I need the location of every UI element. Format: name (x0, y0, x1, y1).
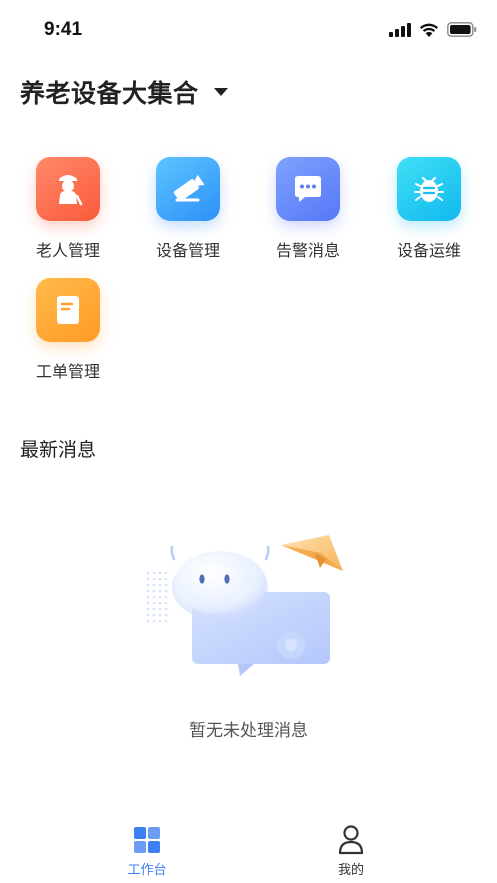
app-header-selector[interactable]: 养老设备大集合 (20, 74, 229, 110)
battery-icon (447, 22, 477, 37)
grid-item-label: 设备运维 (396, 241, 461, 260)
grid-item-label: 告警消息 (275, 241, 340, 260)
grid-item-label: 老人管理 (35, 241, 100, 260)
grid-item-label: 工单管理 (35, 362, 100, 381)
tab-mine[interactable]: 我的 (291, 825, 411, 878)
grid-item-device-maintenance[interactable]: 设备运维 (379, 157, 479, 261)
wifi-icon (420, 23, 438, 37)
grid-item-alarm-messages[interactable]: 告警消息 (258, 157, 358, 261)
status-bar: 9:41 (0, 0, 497, 60)
camera-device-icon (156, 157, 220, 221)
caret-down-icon[interactable] (213, 87, 229, 97)
news-section-title: 最新消息 (20, 439, 97, 461)
tab-label: 我的 (337, 863, 364, 878)
work-order-icon (36, 278, 100, 342)
status-time: 9:41 (44, 19, 83, 40)
elderly-person-icon (36, 157, 100, 221)
grid-item-work-order-management[interactable]: 工单管理 (18, 278, 118, 382)
user-profile-icon (291, 825, 411, 855)
tab-bar: 工作台 我的 (0, 815, 497, 883)
message-bubble-icon (276, 157, 340, 221)
tab-label: 工作台 (127, 863, 167, 878)
empty-state-text: 暂无未处理消息 (189, 721, 308, 741)
grid-item-device-management[interactable]: 设备管理 (138, 157, 238, 261)
screen: 9:41 养老设备大集合 老人管理 设备管理 告警消息 设备运维 工单管理 最新… (0, 0, 497, 883)
grid-item-elderly-management[interactable]: 老人管理 (18, 157, 118, 261)
cellular-signal-icon (389, 22, 411, 37)
workbench-grid-icon (87, 825, 207, 855)
page-title: 养老设备大集合 (20, 79, 199, 108)
tab-workbench[interactable]: 工作台 (87, 825, 207, 878)
status-icons (389, 22, 477, 37)
bug-maintenance-icon (397, 157, 461, 221)
grid-item-label: 设备管理 (155, 241, 220, 260)
empty-state-robot-illustration (146, 535, 343, 676)
